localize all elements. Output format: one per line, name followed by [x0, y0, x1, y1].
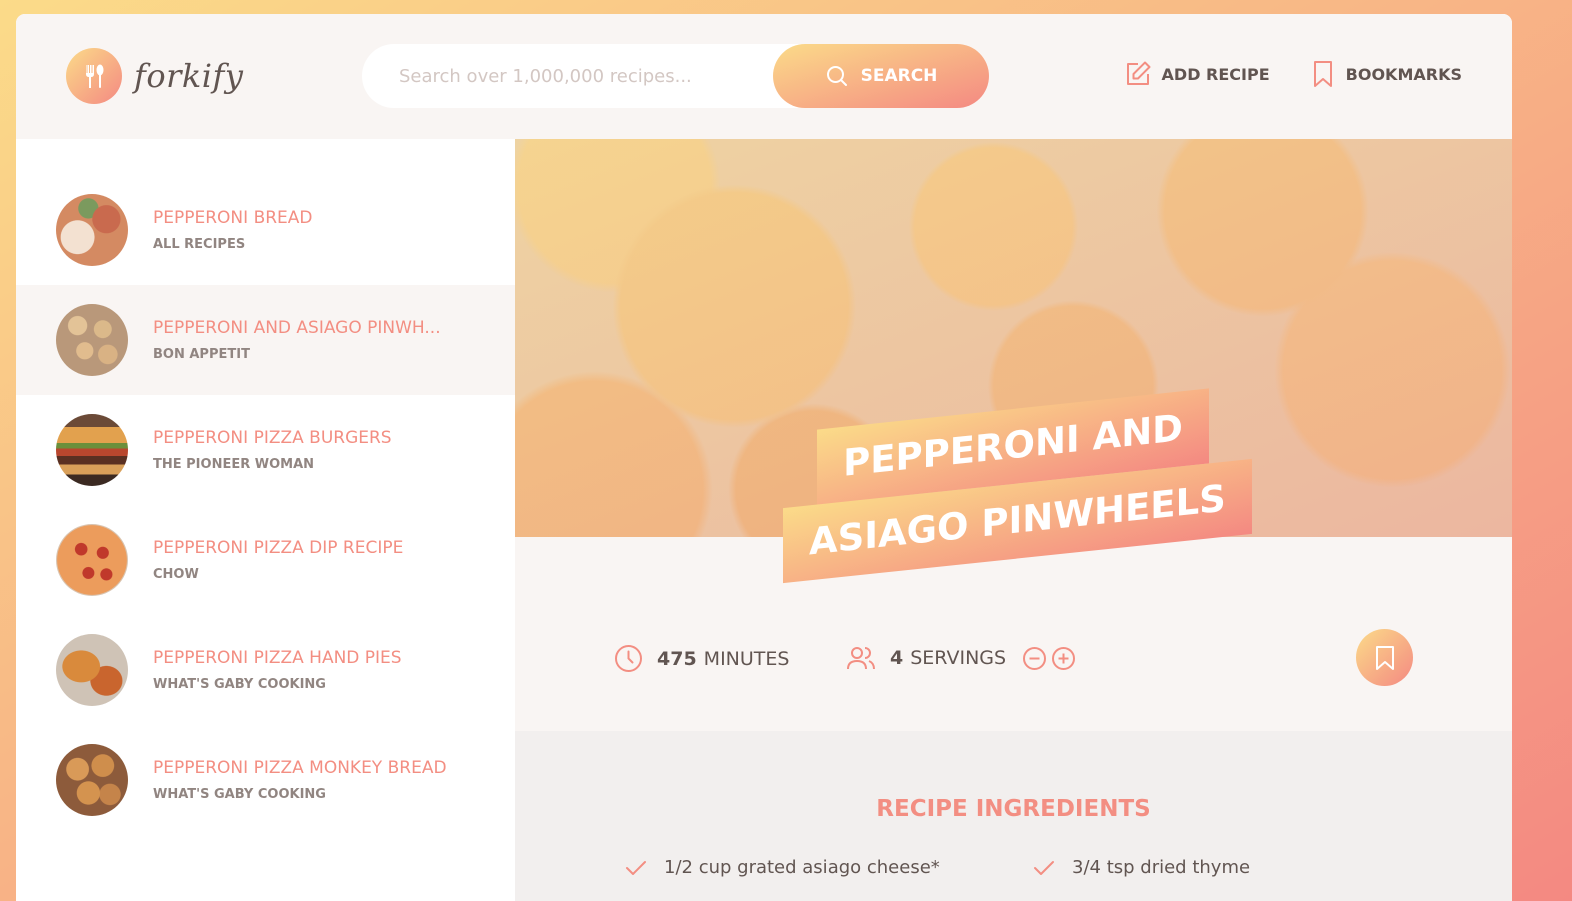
result-publisher: WHAT'S GABY COOKING — [153, 677, 326, 692]
search-icon — [826, 66, 847, 86]
recipe-details: 475 MINUTES 4 SERVINGS — [515, 537, 1512, 731]
recipe-thumbnail — [56, 194, 128, 266]
logo[interactable]: forkify — [66, 48, 243, 104]
check-icon — [626, 860, 646, 875]
result-publisher: WHAT'S GABY COOKING — [153, 787, 326, 802]
search-form: SEARCH — [362, 44, 989, 108]
recipe-ingredients: RECIPE INGREDIENTS 1/2 cup grated asiago… — [515, 731, 1512, 901]
check-icon — [1034, 860, 1054, 875]
result-item[interactable]: PEPPERONI PIZZA BURGERS THE PIONEER WOMAN — [16, 395, 515, 505]
recipe-thumbnail — [56, 304, 128, 376]
search-results: PEPPERONI BREAD ALL RECIPES PEPPERONI AND… — [16, 139, 515, 901]
decrease-servings-button[interactable] — [1022, 646, 1047, 671]
plus-circle-icon — [1052, 646, 1076, 670]
cooking-time-unit: MINUTES — [703, 647, 790, 670]
recipe-thumbnail — [56, 634, 128, 706]
app-container: forkify SEARCH ADD RECIPE BOOKMARKS PEPP… — [16, 14, 1512, 901]
bookmarks-button[interactable]: BOOKMARKS — [1310, 60, 1462, 88]
result-publisher: BON APPETIT — [153, 347, 250, 362]
result-item-active[interactable]: PEPPERONI AND ASIAGO PINWH... BON APPETIT — [16, 285, 515, 395]
search-button-label: SEARCH — [860, 66, 938, 86]
result-title: PEPPERONI AND ASIAGO PINWH... — [153, 318, 441, 338]
nav: ADD RECIPE BOOKMARKS — [1084, 60, 1462, 88]
result-item[interactable]: PEPPERONI PIZZA HAND PIES WHAT'S GABY COO… — [16, 615, 515, 725]
result-item[interactable]: PEPPERONI BREAD ALL RECIPES — [16, 175, 515, 285]
cooking-time-value: 475 — [657, 647, 697, 670]
result-item[interactable]: PEPPERONI PIZZA MONKEY BREAD WHAT'S GABY … — [16, 725, 515, 835]
result-publisher: THE PIONEER WOMAN — [153, 457, 315, 472]
bookmark-icon — [1375, 645, 1394, 670]
edit-icon — [1126, 61, 1151, 85]
result-title: PEPPERONI PIZZA HAND PIES — [153, 648, 402, 668]
search-input[interactable] — [399, 65, 809, 87]
recipe-thumbnail — [56, 744, 128, 816]
result-publisher: ALL RECIPES — [153, 237, 246, 252]
bookmarks-label: BOOKMARKS — [1345, 64, 1462, 84]
cooking-time: 475 MINUTES — [614, 644, 789, 673]
ingredient-list: 1/2 cup grated asiago cheese* 3/4 tsp dr… — [625, 857, 1441, 878]
result-item[interactable]: PEPPERONI PIZZA DIP RECIPE CHOW — [16, 505, 515, 615]
ingredient-text: 3/4 tsp dried thyme — [1072, 857, 1251, 878]
result-title: PEPPERONI PIZZA BURGERS — [153, 428, 392, 448]
result-publisher: CHOW — [153, 567, 199, 582]
bookmark-icon — [1313, 61, 1332, 87]
recipe-thumbnail — [56, 414, 128, 486]
recipe-thumbnail — [56, 524, 128, 596]
bookmark-recipe-button[interactable] — [1356, 629, 1413, 686]
result-title: PEPPERONI PIZZA MONKEY BREAD — [153, 758, 447, 778]
fork-spoon-icon — [66, 48, 122, 104]
result-title: PEPPERONI BREAD — [153, 208, 313, 228]
add-recipe-button[interactable]: ADD RECIPE — [1124, 60, 1270, 88]
ingredient-text: 1/2 cup grated asiago cheese* — [664, 857, 940, 878]
header: forkify SEARCH ADD RECIPE BOOKMARKS — [16, 14, 1512, 139]
recipe-view: PEPPERONI AND ASIAGO PINWHEELS 475 MINUT… — [515, 139, 1512, 901]
result-title: PEPPERONI PIZZA DIP RECIPE — [153, 538, 404, 558]
servings-unit: SERVINGS — [910, 647, 1007, 669]
ingredient-item: 1/2 cup grated asiago cheese* — [625, 857, 1033, 878]
ingredient-item: 3/4 tsp dried thyme — [1033, 857, 1441, 878]
servings: 4 SERVINGS — [846, 644, 1080, 672]
ingredients-heading: RECIPE INGREDIENTS — [876, 796, 1151, 822]
users-icon — [847, 647, 875, 670]
logo-text: forkify — [134, 57, 244, 95]
search-button[interactable]: SEARCH — [773, 44, 989, 108]
increase-servings-button[interactable] — [1051, 646, 1076, 671]
clock-icon — [615, 645, 642, 672]
minus-circle-icon — [1023, 646, 1047, 670]
add-recipe-label: ADD RECIPE — [1161, 64, 1270, 84]
servings-value: 4 — [890, 647, 904, 669]
